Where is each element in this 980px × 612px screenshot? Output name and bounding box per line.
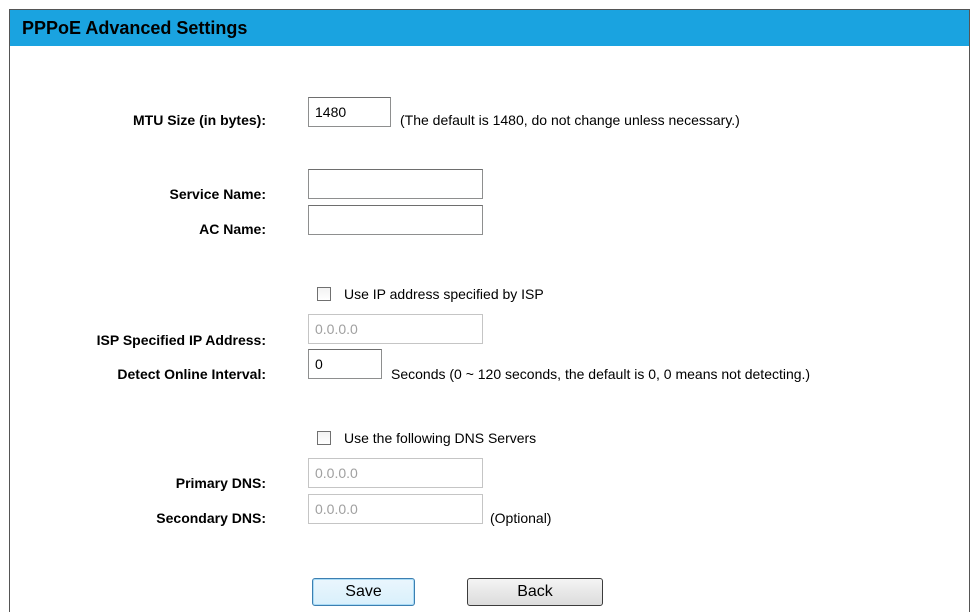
service-name-input[interactable] <box>308 169 483 199</box>
page-title: PPPoE Advanced Settings <box>22 18 248 38</box>
detect-interval-input[interactable] <box>308 349 382 379</box>
primary-dns-label: Primary DNS: <box>175 475 266 491</box>
save-button[interactable]: Save <box>312 578 415 606</box>
use-dns-label: Use the following DNS Servers <box>344 430 537 446</box>
primary-dns-input[interactable] <box>308 458 483 488</box>
ac-name-input[interactable] <box>308 205 483 235</box>
detect-interval-label: Detect Online Interval: <box>117 366 266 382</box>
service-name-label: Service Name: <box>169 186 266 202</box>
secondary-dns-input[interactable] <box>308 494 483 524</box>
secondary-dns-note: (Optional) <box>490 510 552 526</box>
title-bar: PPPoE Advanced Settings <box>10 10 969 46</box>
detect-interval-note: Seconds (0 ~ 120 seconds, the default is… <box>391 366 811 382</box>
use-dns-checkbox[interactable] <box>317 431 331 445</box>
mtu-label: MTU Size (in bytes): <box>132 112 266 128</box>
ac-name-label: AC Name: <box>199 221 266 237</box>
secondary-dns-label: Secondary DNS: <box>156 510 266 526</box>
isp-ip-label: ISP Specified IP Address: <box>96 332 266 348</box>
use-isp-ip-label: Use IP address specified by ISP <box>344 286 544 302</box>
back-button[interactable]: Back <box>467 578 603 606</box>
mtu-note: (The default is 1480, do not change unle… <box>400 112 740 128</box>
isp-ip-input[interactable] <box>308 314 483 344</box>
settings-panel: PPPoE Advanced Settings MTU Size (in byt… <box>9 9 970 612</box>
mtu-input[interactable] <box>308 97 391 127</box>
use-isp-ip-checkbox[interactable] <box>317 287 331 301</box>
